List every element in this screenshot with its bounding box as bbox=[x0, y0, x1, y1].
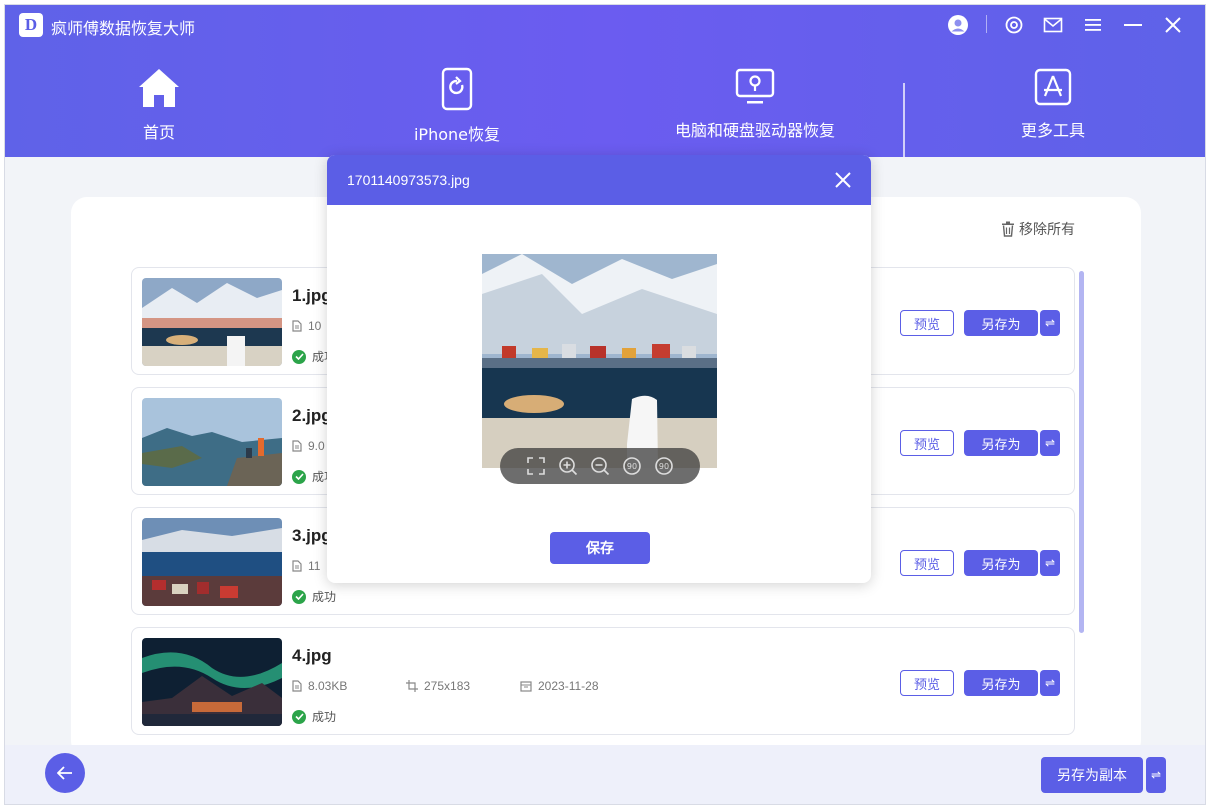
close-icon[interactable] bbox=[1159, 11, 1187, 39]
file-name: 2.jpg bbox=[292, 406, 332, 425]
mail-icon[interactable] bbox=[1039, 11, 1067, 39]
minimize-icon[interactable] bbox=[1119, 11, 1147, 39]
dialog-save-button[interactable]: 保存 bbox=[550, 532, 650, 564]
svg-text:90: 90 bbox=[627, 462, 637, 471]
nav-computer-drive-recovery[interactable]: 电脑和硬盘驱动器恢复 bbox=[655, 67, 855, 153]
thumbnail-image[interactable] bbox=[142, 398, 282, 486]
file-size-value: 8.03KB bbox=[308, 679, 348, 693]
footer-bar: 另存为副本 ⇌ bbox=[5, 745, 1205, 804]
image-toolbar: 90 90 bbox=[500, 448, 700, 484]
app-title: 疯师傅数据恢复大师 bbox=[51, 19, 196, 38]
header-separator bbox=[986, 15, 987, 33]
save-as-button[interactable]: 另存为 bbox=[964, 430, 1038, 456]
file-name: 4.jpg bbox=[292, 646, 332, 665]
file-icon bbox=[292, 680, 302, 692]
arrow-left-icon bbox=[57, 766, 72, 780]
file-size: 10 bbox=[292, 319, 321, 333]
image-preview-dialog: 1701140973573.jpg 90 90 保存 bbox=[327, 155, 871, 583]
success-check-icon bbox=[292, 349, 306, 364]
nav-home-label: 首页 bbox=[142, 123, 175, 142]
file-dimensions: 275x183 bbox=[406, 679, 470, 693]
settings-icon[interactable] bbox=[1000, 11, 1028, 39]
file-dimensions-value: 275x183 bbox=[424, 679, 471, 693]
nav-active-divider bbox=[903, 83, 905, 157]
file-size-value: 11 bbox=[308, 559, 321, 573]
dialog-close-icon[interactable] bbox=[831, 168, 855, 192]
nav-more-tools[interactable]: 更多工具 bbox=[1003, 67, 1103, 153]
save-as-options-button[interactable]: ⇌ bbox=[1040, 430, 1060, 456]
file-icon bbox=[292, 320, 302, 332]
file-size-value: 10 bbox=[308, 319, 322, 333]
preview-button[interactable]: 预览 bbox=[900, 550, 954, 576]
preview-image bbox=[482, 254, 717, 468]
save-as-button[interactable]: 另存为 bbox=[964, 310, 1038, 336]
thumbnail-image[interactable] bbox=[142, 518, 282, 606]
success-check-icon bbox=[292, 469, 306, 484]
svg-text:90: 90 bbox=[659, 462, 669, 471]
thumbnail-image[interactable] bbox=[142, 638, 282, 726]
app-window: D 疯师傅数据恢复大师 首页 iPhone恢复 电脑和硬盘驱动器恢复 更多工具 … bbox=[4, 4, 1206, 805]
preview-button[interactable]: 预览 bbox=[900, 310, 954, 336]
phone-recover-icon bbox=[441, 67, 473, 111]
success-check-icon bbox=[292, 709, 306, 724]
thumbnail-image[interactable] bbox=[142, 278, 282, 366]
file-date: 2023-11-28 bbox=[520, 679, 599, 693]
status-label: 成功 bbox=[312, 710, 337, 724]
nav-iphone-recovery[interactable]: iPhone恢复 bbox=[397, 67, 517, 153]
success-check-icon bbox=[292, 589, 306, 604]
nav-iphone-recovery-label: iPhone恢复 bbox=[413, 125, 500, 144]
calendar-icon bbox=[520, 681, 532, 692]
list-scrollbar[interactable] bbox=[1079, 271, 1084, 633]
preview-button[interactable]: 预览 bbox=[900, 670, 954, 696]
remove-all-label: 移除所有 bbox=[1019, 222, 1075, 238]
computer-drive-icon bbox=[735, 68, 775, 104]
file-date-value: 2023-11-28 bbox=[538, 679, 599, 693]
back-button[interactable] bbox=[45, 753, 85, 793]
dialog-title: 1701140973573.jpg bbox=[347, 172, 470, 188]
zoom-out-icon[interactable] bbox=[590, 456, 610, 476]
nav-more-tools-label: 更多工具 bbox=[1020, 121, 1085, 140]
status: 成功 bbox=[292, 708, 336, 725]
save-as-button[interactable]: 另存为 bbox=[964, 550, 1038, 576]
list-item: 4.jpg 8.03KB 275x183 2023-11-28 成功 预览 另存… bbox=[131, 627, 1075, 735]
crop-icon bbox=[406, 680, 418, 692]
menu-icon[interactable] bbox=[1079, 11, 1107, 39]
rotate-left-90-icon[interactable]: 90 bbox=[622, 456, 642, 476]
nav-home[interactable]: 首页 bbox=[109, 67, 209, 153]
status-label: 成功 bbox=[312, 590, 337, 604]
file-size-value: 9.0 bbox=[308, 439, 325, 453]
trash-icon bbox=[1002, 221, 1014, 237]
save-copy-options-button[interactable]: ⇌ bbox=[1146, 757, 1166, 793]
remove-all-button[interactable]: 移除所有 bbox=[1001, 219, 1075, 239]
file-name: 1.jpg bbox=[292, 286, 332, 305]
header-bar: D 疯师傅数据恢复大师 首页 iPhone恢复 电脑和硬盘驱动器恢复 更多工具 bbox=[5, 5, 1205, 157]
save-as-options-button[interactable]: ⇌ bbox=[1040, 550, 1060, 576]
rotate-right-90-icon[interactable]: 90 bbox=[654, 456, 674, 476]
file-icon bbox=[292, 440, 302, 452]
preview-button[interactable]: 预览 bbox=[900, 430, 954, 456]
file-size: 8.03KB bbox=[292, 679, 347, 693]
home-icon bbox=[139, 69, 179, 107]
fullscreen-icon[interactable] bbox=[526, 456, 546, 476]
save-as-button[interactable]: 另存为 bbox=[964, 670, 1038, 696]
nav-computer-drive-recovery-label: 电脑和硬盘驱动器恢复 bbox=[674, 121, 835, 140]
file-size: 9.0 bbox=[292, 439, 325, 453]
save-as-options-button[interactable]: ⇌ bbox=[1040, 310, 1060, 336]
app-logo: D bbox=[19, 13, 43, 37]
file-size: 11 bbox=[292, 559, 320, 573]
file-icon bbox=[292, 560, 302, 572]
status: 成功 bbox=[292, 588, 336, 605]
user-avatar-icon[interactable] bbox=[944, 11, 972, 39]
dialog-header: 1701140973573.jpg bbox=[327, 155, 871, 205]
save-as-copy-button[interactable]: 另存为副本 bbox=[1041, 757, 1143, 793]
file-name: 3.jpg bbox=[292, 526, 332, 545]
app-store-icon bbox=[1034, 68, 1072, 106]
zoom-in-icon[interactable] bbox=[558, 456, 578, 476]
save-as-options-button[interactable]: ⇌ bbox=[1040, 670, 1060, 696]
